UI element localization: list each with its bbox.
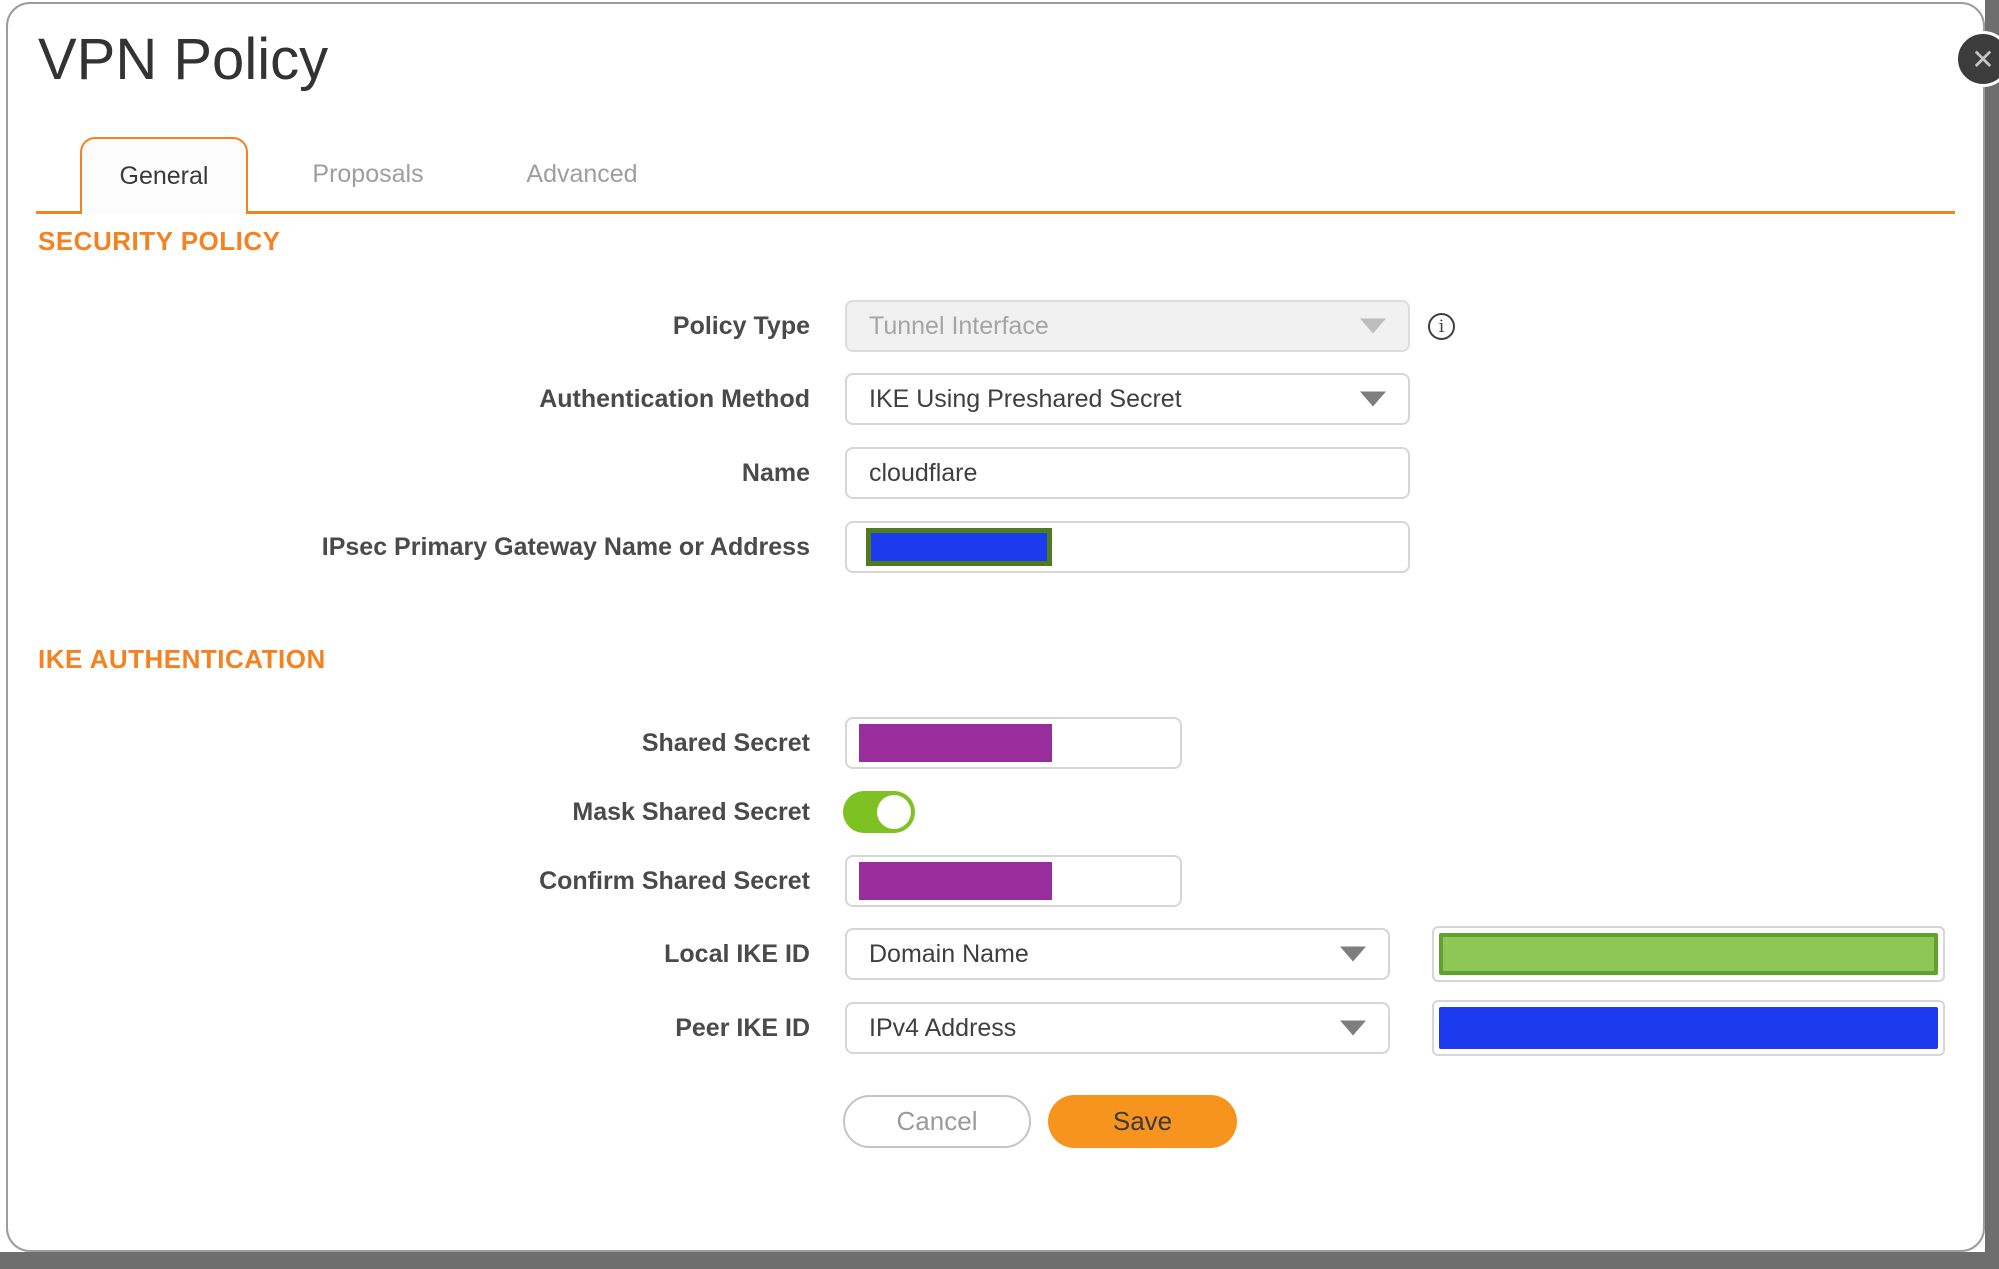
authentication-method-value: IKE Using Preshared Secret [869,384,1182,413]
local-ike-id-redaction-box [1439,933,1938,975]
local-ike-id-label: Local IKE ID [664,939,810,968]
mask-shared-secret-toggle[interactable] [843,791,915,833]
shared-secret-redaction-box [859,724,1052,762]
authentication-method-label: Authentication Method [539,384,810,413]
ipsec-gateway-input[interactable] [845,521,1410,573]
name-label: Name [741,458,810,487]
cancel-button-label: Cancel [896,1106,978,1136]
local-ike-id-dropdown[interactable]: Domain Name [845,928,1390,980]
save-button[interactable]: Save [1048,1095,1237,1148]
name-input[interactable]: cloudflare [845,447,1410,499]
local-ike-id-value-input[interactable] [1432,926,1945,982]
policy-type-value: Tunnel Interface [869,311,1049,340]
chevron-down-icon [1360,391,1386,407]
tab-general[interactable]: General [80,137,248,214]
close-icon: ✕ [1971,43,1995,75]
peer-ike-id-label: Peer IKE ID [675,1013,810,1042]
confirm-shared-secret-label: Confirm Shared Secret [539,866,810,895]
policy-type-label: Policy Type [672,311,810,340]
authentication-method-dropdown[interactable]: IKE Using Preshared Secret [845,373,1410,425]
tab-proposals[interactable]: Proposals [248,137,488,211]
shared-secret-label: Shared Secret [641,728,810,757]
mask-shared-secret-label: Mask Shared Secret [572,797,810,826]
tab-general-label: General [119,162,209,190]
chevron-down-icon [1340,946,1366,962]
peer-ike-id-dropdown[interactable]: IPv4 Address [845,1002,1390,1054]
local-ike-id-value: Domain Name [869,939,1029,968]
ipsec-gateway-redaction-box [866,528,1052,566]
name-value: cloudflare [869,458,978,487]
page-title: VPN Policy [38,27,329,92]
tab-bar-underline [36,211,1955,214]
peer-ike-id-value-input[interactable] [1432,1000,1945,1056]
close-button[interactable]: ✕ [1955,31,1999,87]
save-button-label: Save [1112,1106,1173,1136]
tab-advanced-label: Advanced [526,159,638,188]
chevron-down-icon [1340,1020,1366,1036]
policy-type-dropdown: Tunnel Interface [845,300,1410,352]
toggle-knob [877,795,911,829]
confirm-shared-secret-input[interactable] [845,855,1182,907]
peer-ike-id-value: IPv4 Address [869,1013,1017,1042]
chevron-down-icon [1360,318,1386,334]
cancel-button[interactable]: Cancel [843,1095,1031,1148]
info-icon[interactable]: i [1428,313,1455,340]
peer-ike-id-redaction-box [1439,1007,1938,1049]
shared-secret-input[interactable] [845,717,1182,769]
tab-proposals-label: Proposals [312,159,424,188]
vpn-policy-dialog-page: VPN Policy ✕ General Proposals Advanced … [0,0,1999,1269]
ipsec-gateway-label: IPsec Primary Gateway Name or Address [321,532,810,561]
confirm-shared-secret-redaction-box [859,862,1052,900]
section-heading-ike-authentication: IKE AUTHENTICATION [38,644,326,674]
section-heading-security-policy: SECURITY POLICY [38,226,281,256]
tab-advanced[interactable]: Advanced [462,137,702,211]
